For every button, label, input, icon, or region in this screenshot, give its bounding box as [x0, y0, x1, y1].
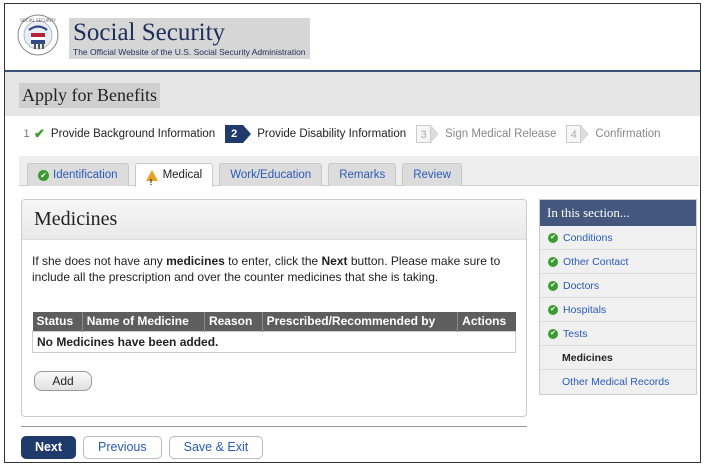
sidebar-item-label: Conditions: [563, 231, 613, 244]
sidebar-item-medicines: Medicines: [540, 346, 696, 370]
check-icon: ✔: [34, 126, 45, 141]
sidebar-item-label: Other Contact: [563, 255, 629, 268]
step-arrow-icon: [243, 125, 252, 143]
step-2: 2 Provide Disability Information: [225, 125, 406, 143]
sidebar-item-label: Other Medical Records: [562, 376, 670, 388]
tab-remarks[interactable]: Remarks: [328, 163, 397, 186]
tab-label: Medical: [162, 169, 203, 181]
page-title: Apply for Benefits: [19, 83, 160, 108]
medicines-table: Status Name of Medicine Reason Prescribe…: [32, 312, 516, 353]
step-1: 1 ✔ Provide Background Information: [19, 125, 215, 143]
tab-medical[interactable]: ! Medical: [134, 163, 214, 187]
site-title: Social Security: [73, 19, 226, 46]
sidebar-item-label: Medicines: [562, 351, 613, 364]
column-header-prescribed-by: Prescribed/Recommended by: [262, 312, 459, 331]
form-divider: [21, 426, 527, 427]
tab-label: Review: [413, 168, 451, 181]
sidebar-item-tests[interactable]: ✔ Tests: [540, 322, 696, 346]
table-header-row: Status Name of Medicine Reason Prescribe…: [32, 312, 516, 331]
save-exit-button[interactable]: Save & Exit: [168, 436, 264, 459]
tab-identification[interactable]: ✔ Identification: [27, 163, 129, 186]
section-tabs: ✔ Identification ! Medical Work/Educatio…: [27, 163, 468, 187]
warning-icon: !: [145, 170, 158, 187]
step-number: 3: [416, 125, 432, 143]
step-number: 4: [566, 125, 582, 143]
instructions-text: If she does not have any medicines to en…: [32, 253, 516, 285]
step-3: 3 Sign Medical Release: [416, 125, 556, 143]
add-medicine-button[interactable]: Add: [34, 371, 92, 391]
check-circle-icon: ✔: [548, 256, 558, 267]
sidebar-item-label: Doctors: [563, 279, 600, 292]
section-title: Medicines: [34, 208, 118, 230]
sidebar-item-doctors[interactable]: ✔ Doctors: [540, 274, 696, 298]
check-circle-icon: ✔: [38, 169, 49, 181]
column-header-name: Name of Medicine: [82, 312, 205, 331]
next-button[interactable]: Next: [21, 436, 76, 459]
intro-bold: Next: [321, 254, 348, 268]
step-arrow-icon: [581, 125, 590, 143]
progress-steps: 1 ✔ Provide Background Information 2 Pro…: [19, 123, 671, 145]
sidebar-item-label: Hospitals: [563, 303, 607, 316]
tab-label: Identification: [53, 168, 118, 181]
tab-label: Work/Education: [230, 168, 312, 181]
tab-work-education[interactable]: Work/Education: [219, 163, 323, 186]
empty-table-message: No Medicines have been added.: [32, 330, 516, 353]
sidebar-item-other-contact[interactable]: ✔ Other Contact: [540, 250, 696, 274]
check-circle-icon: ✔: [548, 304, 558, 315]
step-number: 2: [225, 125, 244, 143]
column-header-reason: Reason: [204, 312, 263, 331]
check-circle-icon: ✔: [548, 328, 558, 339]
table-row: No Medicines have been added.: [32, 330, 516, 353]
tab-label: Remarks: [339, 168, 386, 181]
svg-text:SOCIAL SECURITY: SOCIAL SECURITY: [20, 18, 56, 23]
step-label: Confirmation: [595, 128, 661, 140]
previous-button[interactable]: Previous: [83, 436, 162, 459]
sidebar-item-label: Tests: [563, 327, 588, 340]
section-sidebar: In this section... ✔ Conditions ✔ Other …: [539, 199, 697, 395]
step-arrow-icon: [431, 125, 440, 143]
ssa-seal-icon[interactable]: SOCIAL SECURITY: [17, 14, 59, 56]
step-label: Sign Medical Release: [445, 128, 557, 140]
step-label: Provide Disability Information: [257, 128, 407, 140]
sidebar-item-conditions[interactable]: ✔ Conditions: [540, 226, 696, 250]
intro-bold: medicines: [166, 254, 225, 268]
intro-part: If she does not have any: [32, 254, 167, 268]
site-subtitle: The Official Website of the U.S. Social …: [73, 47, 306, 57]
page-title-band: Apply for Benefits: [5, 72, 700, 116]
column-header-actions: Actions: [457, 312, 516, 331]
step-number: 1: [23, 128, 30, 140]
sidebar-item-other-medical-records[interactable]: Other Medical Records: [540, 370, 696, 394]
site-brand[interactable]: Social Security The Official Website of …: [69, 18, 310, 59]
form-actions: Next Previous Save & Exit: [21, 436, 270, 459]
medicines-panel: Medicines If she does not have any medic…: [21, 199, 527, 417]
check-circle-icon: ✔: [548, 280, 558, 291]
column-header-status: Status: [32, 312, 83, 331]
check-circle-icon: ✔: [548, 232, 558, 243]
intro-part: to enter, click the: [224, 254, 322, 268]
sidebar-title: In this section...: [540, 200, 696, 226]
site-header: SOCIAL SECURITY Social Security The Offi…: [5, 4, 700, 70]
step-label: Provide Background Information: [50, 128, 216, 140]
sidebar-item-hospitals[interactable]: ✔ Hospitals: [540, 298, 696, 322]
tab-review[interactable]: Review: [402, 163, 462, 186]
step-4: 4 Confirmation: [566, 125, 661, 143]
browser-frame: SOCIAL SECURITY Social Security The Offi…: [4, 3, 701, 463]
